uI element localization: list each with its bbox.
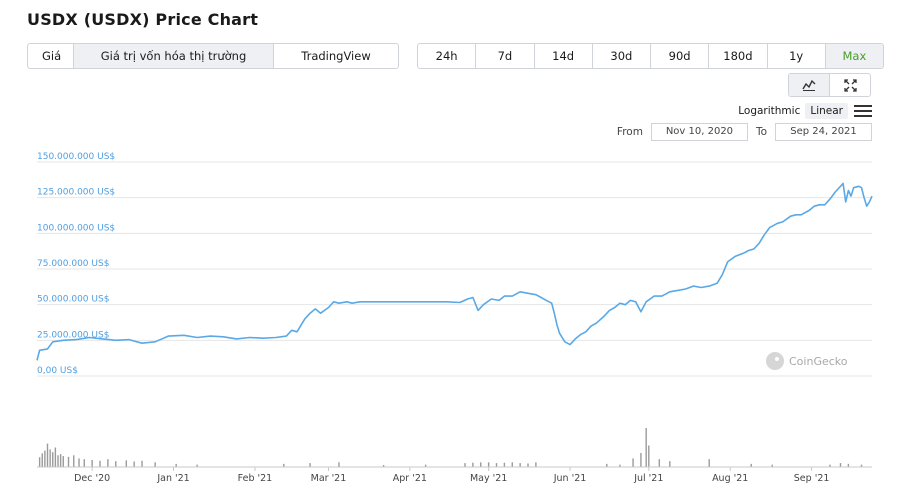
volume-bar bbox=[658, 459, 661, 467]
volume-bar bbox=[669, 461, 671, 467]
volume-bar bbox=[338, 462, 340, 467]
volume-bar bbox=[115, 461, 117, 467]
volume-bar bbox=[73, 455, 75, 467]
volume-bar bbox=[83, 459, 85, 467]
volume-bar bbox=[91, 459, 93, 467]
volume-bar bbox=[480, 462, 482, 467]
x-tick-label: Dec '20 bbox=[74, 473, 110, 484]
volume-bar bbox=[46, 443, 49, 467]
x-tick-label: Feb '21 bbox=[238, 473, 273, 484]
volume-bar bbox=[59, 454, 62, 467]
volume-bar bbox=[125, 460, 127, 467]
volume-bar bbox=[632, 458, 634, 467]
volume-bar bbox=[309, 463, 311, 467]
x-tick-label: Sep '21 bbox=[794, 473, 830, 484]
y-tick-label: 0,00 US$ bbox=[37, 366, 78, 376]
volume-bar bbox=[503, 462, 506, 467]
volume-bar bbox=[62, 456, 64, 467]
x-tick-label: Jan '21 bbox=[156, 473, 189, 484]
x-tick-label: May '21 bbox=[470, 473, 507, 484]
volume-bar bbox=[52, 452, 54, 467]
volume-bar bbox=[495, 463, 498, 467]
volume-bar bbox=[708, 459, 710, 467]
volume-bar bbox=[535, 462, 537, 467]
volume-bar bbox=[472, 462, 474, 467]
volume-bar bbox=[154, 462, 156, 467]
volume-bar bbox=[141, 460, 143, 467]
x-tick-label: Apr '21 bbox=[393, 473, 427, 484]
volume-bar bbox=[839, 463, 842, 467]
volume-bar bbox=[640, 452, 642, 467]
y-tick-label: 125.000.000 US$ bbox=[37, 188, 115, 198]
volume-bar bbox=[519, 463, 521, 467]
price-line bbox=[36, 182, 873, 361]
volume-bar bbox=[54, 447, 57, 467]
volume-bar bbox=[41, 453, 43, 467]
y-tick-label: 50.000.000 US$ bbox=[37, 295, 109, 305]
volume-bar bbox=[648, 445, 650, 467]
x-tick-label: Jun '21 bbox=[553, 473, 587, 484]
coingecko-logo-icon bbox=[766, 352, 784, 370]
volume-bar bbox=[49, 449, 51, 467]
x-tick-label: Mar '21 bbox=[311, 473, 347, 484]
volume-bar bbox=[464, 463, 466, 467]
volume-bar bbox=[133, 461, 135, 467]
volume-bar bbox=[44, 450, 46, 467]
x-tick-label: Jul '21 bbox=[633, 473, 663, 484]
y-tick-label: 150.000.000 US$ bbox=[37, 152, 115, 162]
volume-bar bbox=[107, 459, 109, 467]
volume-bar bbox=[57, 455, 59, 467]
volume-bar bbox=[487, 462, 490, 467]
volume-bar bbox=[511, 462, 513, 467]
y-tick-label: 75.000.000 US$ bbox=[37, 259, 109, 269]
volume-bar bbox=[78, 458, 80, 467]
watermark: CoinGecko bbox=[766, 352, 848, 370]
volume-bar bbox=[38, 457, 41, 467]
volume-bar bbox=[645, 428, 647, 467]
price-chart: 150.000.000 US$ 125.000.000 US$ 100.000.00… bbox=[36, 152, 873, 484]
x-tick-label: Aug '21 bbox=[712, 473, 748, 484]
watermark-text: CoinGecko bbox=[789, 354, 848, 368]
volume-bar bbox=[527, 463, 529, 467]
y-tick-label: 100.000.000 US$ bbox=[37, 223, 115, 233]
volume-bar bbox=[67, 456, 70, 467]
volume-bar bbox=[99, 460, 101, 467]
